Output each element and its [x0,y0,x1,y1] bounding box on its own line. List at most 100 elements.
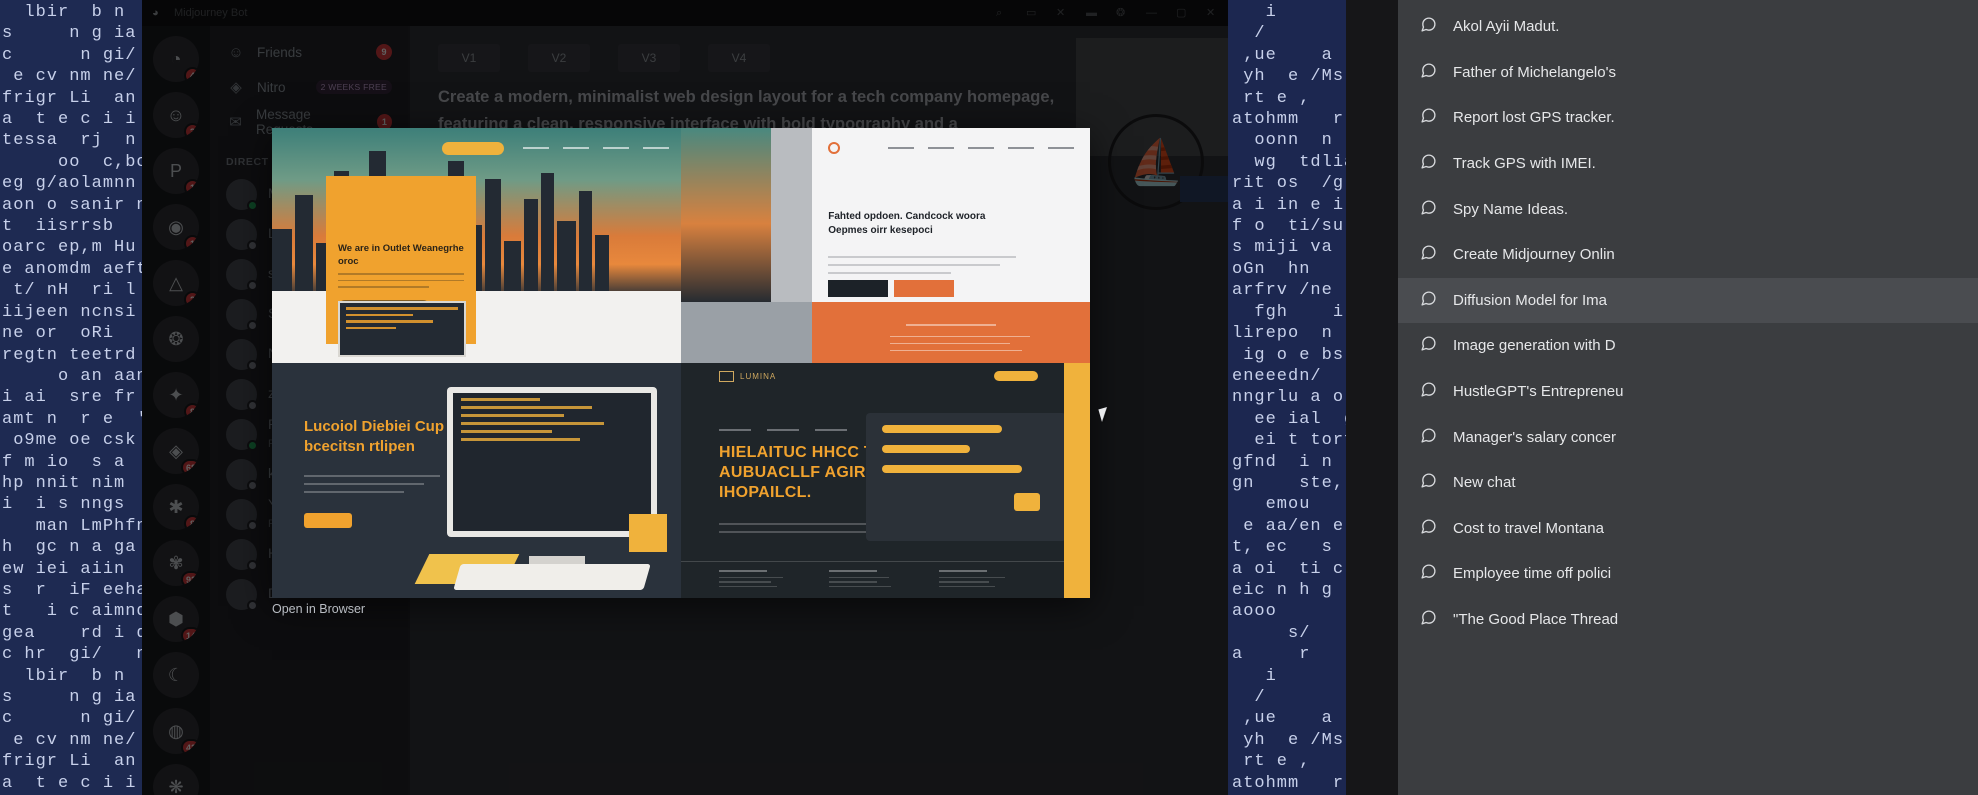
chat-history-item[interactable]: Father of Michelangelo's [1398,50,1978,96]
chat-history-item[interactable]: Track GPS with IMEI. [1398,141,1978,187]
q2-heading: Fahted opdoen. Candcock woora Oepmes oir… [828,211,986,236]
q4-brand-logo-icon: LUMINA [719,371,776,382]
chat-history-label: Diffusion Model for Ima [1453,291,1607,309]
image-quadrant-3[interactable]: Lucoiol Diebiei Cup bcecitsn rtlipen [272,363,681,598]
code-line: ew iei aiin [2,559,126,579]
chat-history-label: Father of Michelangelo's [1453,63,1616,81]
chat-history-item-selected[interactable]: Diffusion Model for Ima [1398,277,1978,324]
code-line: i i s nngs [2,495,126,515]
image-quadrant-2[interactable]: Fahted opdoen. Candcock woora Oepmes oir… [681,128,1090,363]
q2-dark-button [828,280,889,297]
q1-monitor-graphic [338,301,466,357]
code-line: ne or oRi [2,324,115,344]
open-in-browser-link[interactable]: Open in Browser [272,602,365,616]
chat-bubble-icon [1420,107,1437,128]
chat-history-sidebar[interactable]: Akol Ayii Madut. Father of Michelangelo's… [1398,0,1978,795]
image-grid-lightbox[interactable]: We are in Outlet Weanegrhe oroc Fahted o… [272,128,1090,598]
image-quadrant-4[interactable]: LUMINA HIELAITUC HHCC TIALIERL AUBUACLLF… [681,363,1090,598]
code-line: rt e , [1232,752,1311,772]
chat-history-label: Spy Name Ideas. [1453,200,1569,218]
code-line: aon o sanir n [2,195,142,215]
code-line: eic n h g [1232,580,1333,600]
code-editor-left[interactable]: lbir b ns n g ia c n gi/ e cv nm ne/frigr… [0,0,142,795]
chat-history-item[interactable]: Report lost GPS tracker. [1398,95,1978,141]
chat-history-item[interactable]: Spy Name Ideas. [1398,186,1978,232]
q2-grey-band [681,301,812,363]
code-editor-right[interactable]: i / ,ue a yh e /Ms rt e , atohmm r oonn n… [1228,0,1346,795]
code-line: man LmPhfn [2,516,142,536]
chat-history-label: Manager's salary concer [1453,428,1616,446]
code-line: yh e /Ms [1232,67,1345,87]
code-line: a t e c i i [2,110,137,130]
q3-heading: Lucoiol Diebiei Cup bcecitsn rtlipen [304,418,445,455]
code-line: atohmm r [1232,110,1345,130]
code-line: a r [1232,645,1311,665]
q4-yellow-band [1064,363,1090,598]
chat-history-label: Image generation with D [1453,337,1616,355]
q1-nav-pill [442,142,504,155]
chat-bubble-icon [1420,609,1437,630]
q4-footer-col [719,569,789,590]
chat-history-item[interactable]: "The Good Place Thread [1398,597,1978,643]
chat-history-label: Report lost GPS tracker. [1453,109,1615,127]
window-edge-shadow [1346,0,1398,795]
q3-keyboard-graphic [453,564,651,590]
q2-nav-links [888,147,1074,149]
q2-photo-block [681,128,771,302]
q4-footer-col [939,569,1009,590]
chat-history-item[interactable]: Image generation with D [1398,323,1978,369]
code-line: aooo [1232,602,1277,622]
code-line: yh e /Ms [1232,730,1345,750]
code-line: oarc ep,m Hu [2,238,137,258]
code-line: t/ nH ri l [2,281,137,301]
chat-history-item[interactable]: Manager's salary concer [1398,414,1978,460]
code-line: lbir b n [2,666,126,686]
chat-history-item[interactable]: Employee time off polici [1398,551,1978,597]
chat-history-label: New chat [1453,474,1516,492]
code-line: i [1232,3,1277,22]
code-line: hp nnit nim [2,473,126,493]
q1-nav-links [523,147,669,149]
code-line: ,ue a [1232,709,1333,729]
code-line: h gc n a ga [2,538,137,558]
code-line: i ai sre fr [2,388,137,408]
code-line: s/ [1232,623,1311,643]
code-line: regtn teetrd [2,345,137,365]
code-line: fgh i [1232,302,1345,322]
chat-history-label: Akol Ayii Madut. [1453,18,1560,36]
chat-history-item[interactable]: Cost to travel Montana [1398,506,1978,552]
code-line: i [1232,666,1277,686]
code-line: s r iF eeha [2,580,142,600]
chat-history-item[interactable]: Akol Ayii Madut. [1398,4,1978,50]
code-line: t, ec s [1232,538,1333,558]
code-line: f o ti/su [1232,217,1345,237]
image-quadrant-1[interactable]: We are in Outlet Weanegrhe oroc [272,128,681,363]
q1-card-heading: We are in Outlet Weanegrhe oroc [338,243,464,267]
code-line: tessa rj n [2,131,137,151]
code-line: frigr Li an [2,88,137,108]
screen-root: lbir b ns n g ia c n gi/ e cv nm ne/frigr… [0,0,1978,795]
code-line: o9me oe csk [2,431,137,451]
chat-history-item[interactable]: Create Midjourney Onlin [1398,232,1978,278]
code-line: s n g ia [2,688,137,707]
code-line: gfnd i n [1232,452,1333,472]
code-line: c hr gi/ n [2,645,142,665]
q2-orange-button [893,280,954,297]
code-line: oGn hn [1232,259,1311,279]
code-line: t i c aimnd [2,602,142,622]
code-line: / [1232,24,1266,44]
chat-bubble-icon [1420,244,1437,265]
code-line: c n gi/ [2,45,137,65]
chat-bubble-icon [1420,290,1437,311]
chat-history-item[interactable]: New chat [1398,460,1978,506]
code-line: / [1232,688,1266,707]
q4-footer-col [829,569,899,590]
chat-bubble-icon [1420,427,1437,448]
code-line: c n gi/ [2,709,137,729]
code-line: f m io s a [2,452,126,472]
q4-footer-rule [681,560,1090,562]
q3-yellow-box [629,514,667,552]
code-line: ee ial g [1232,409,1346,429]
code-line: a oi ti c [1232,559,1345,579]
chat-history-item[interactable]: HustleGPT's Entrepreneu [1398,369,1978,415]
